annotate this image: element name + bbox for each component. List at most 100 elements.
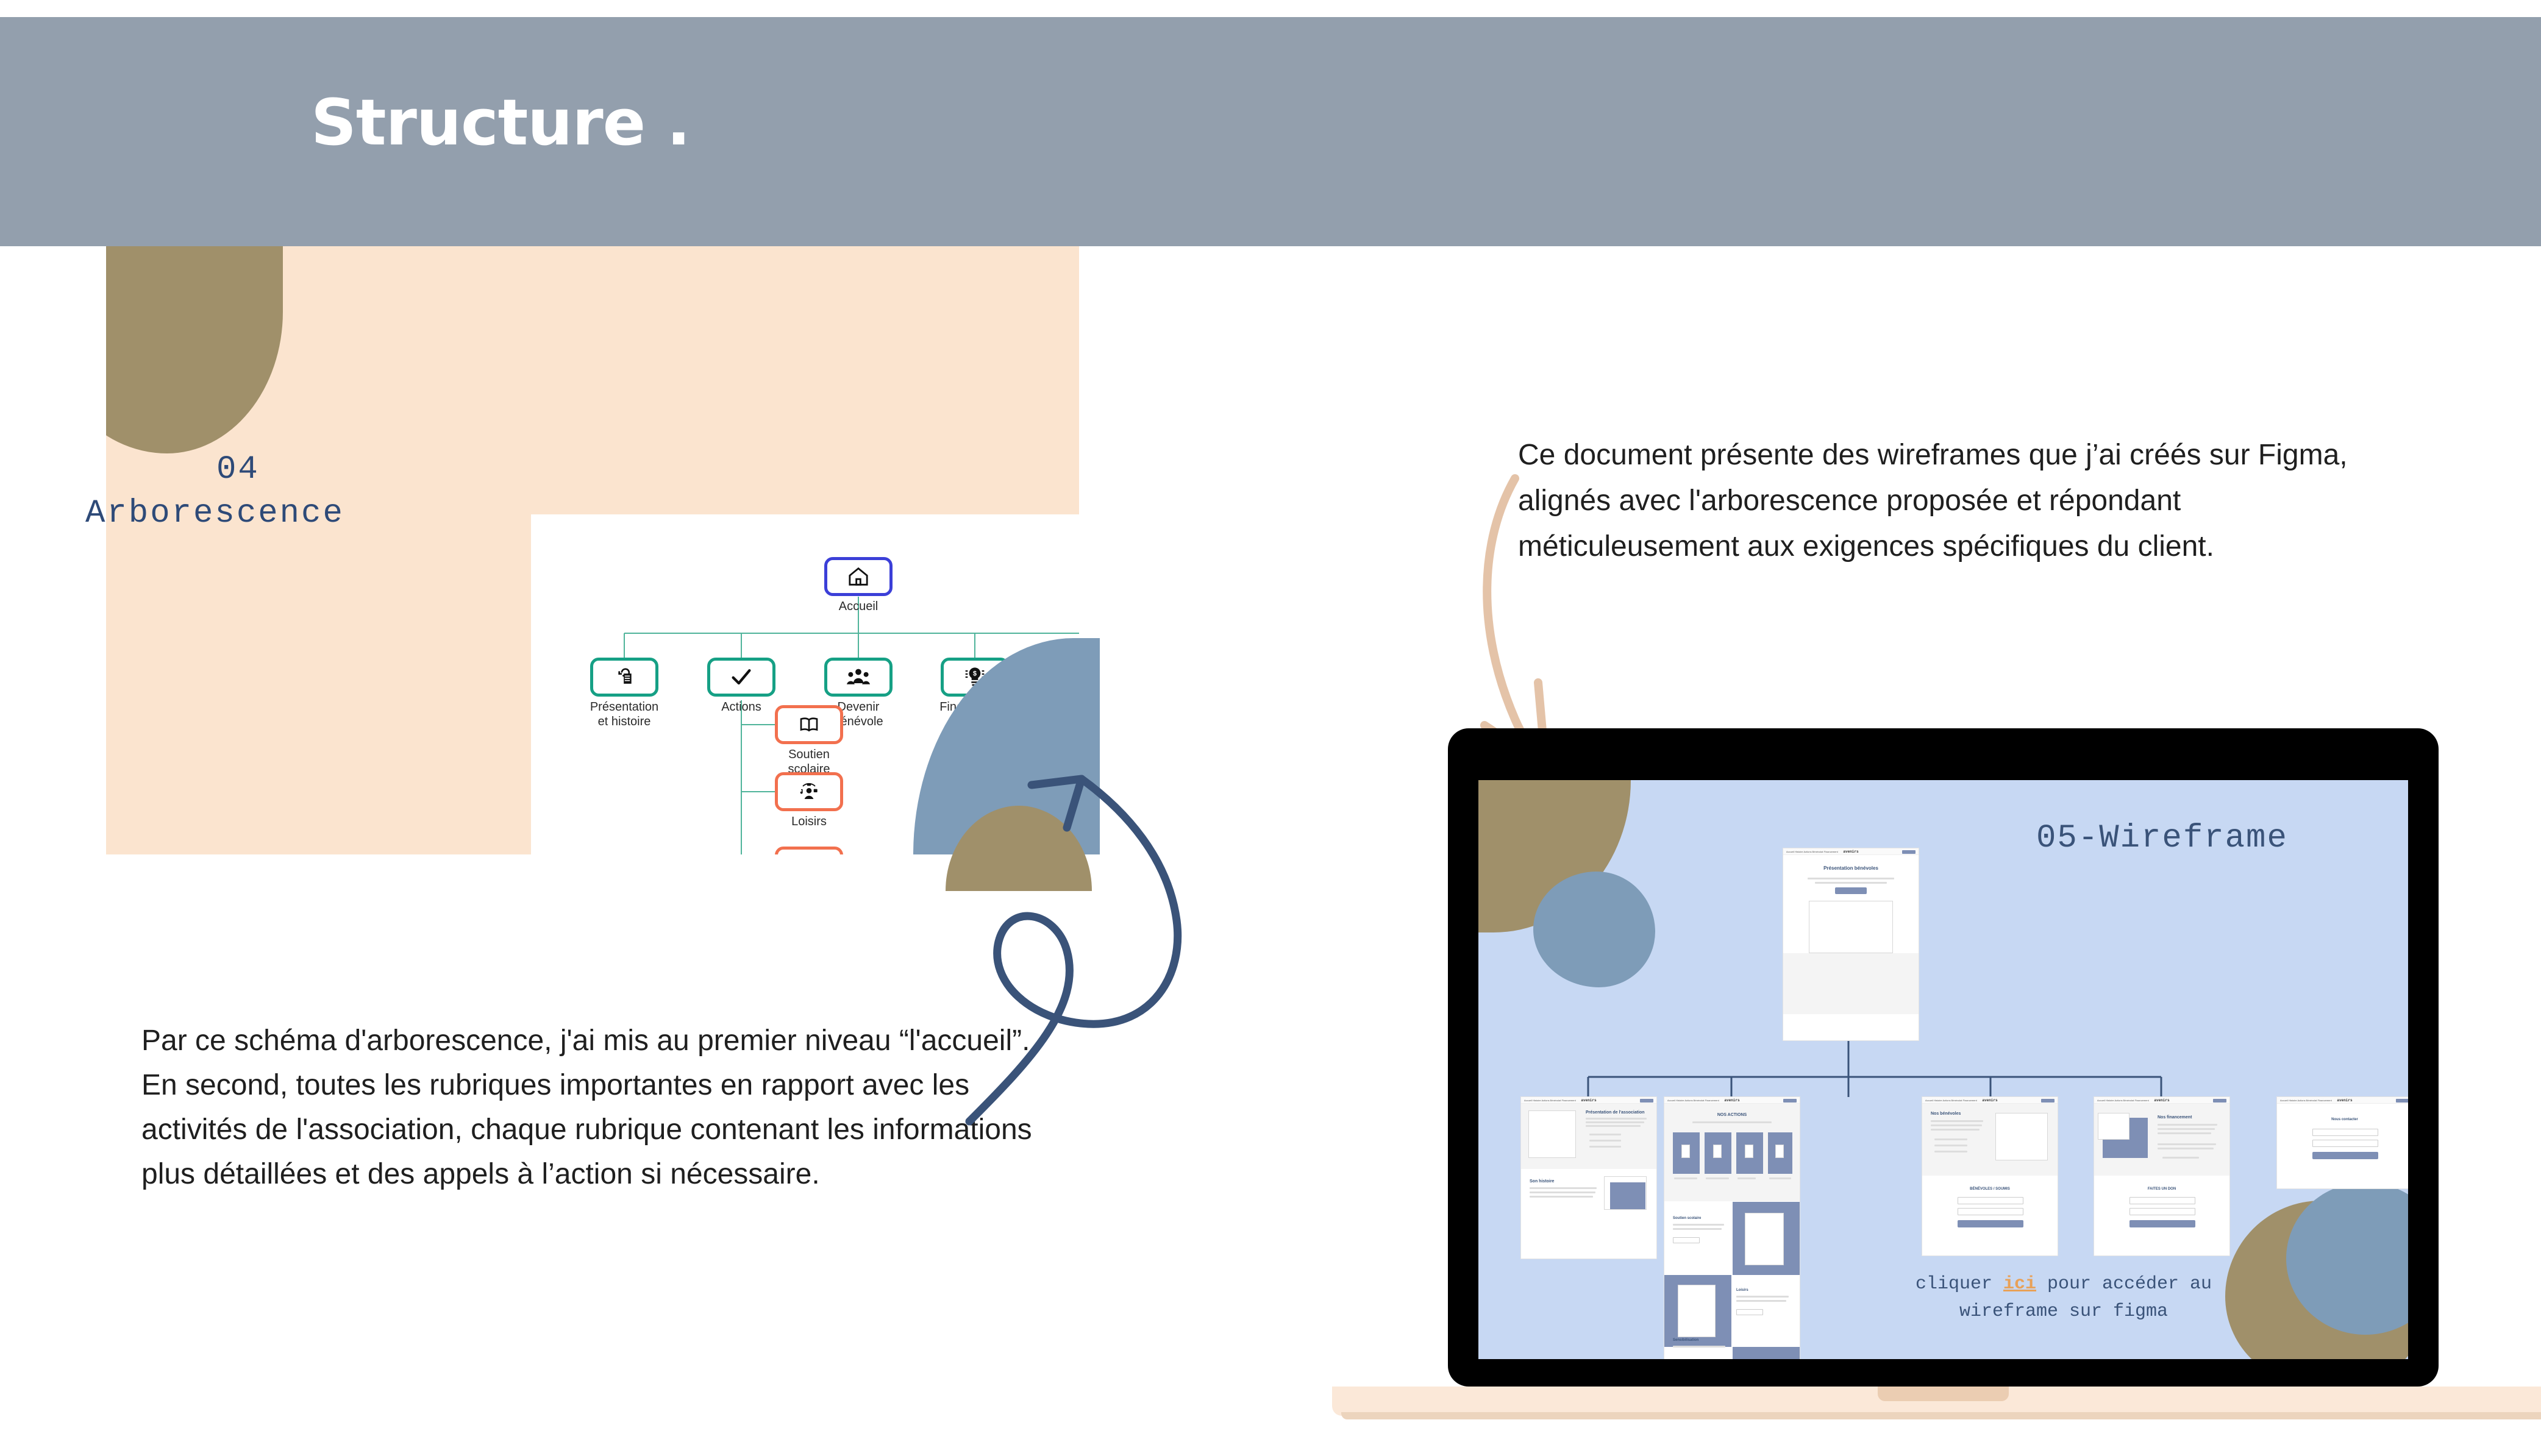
wireframe-text-line <box>1586 1118 1647 1120</box>
wireframe-password-field[interactable] <box>1958 1208 2023 1215</box>
laptop-base-lip <box>1341 1412 2541 1419</box>
wireframe-logo: avenirs <box>1843 850 1859 854</box>
wireframe-navbar: Accueil Histoire Actions Bénévolat Finan… <box>1521 1097 1656 1104</box>
wireframe-media-box <box>2098 1113 2129 1140</box>
figma-link[interactable]: ici <box>2003 1274 2036 1294</box>
wireframe-nav-links: Accueil Histoire Actions Bénévolat Finan… <box>2280 1099 2332 1102</box>
wireframe-text-line <box>1692 1121 1772 1123</box>
wireframe-heading: Nos financement <box>2158 1115 2192 1120</box>
wireframe-subheading: Sensibilisation <box>1673 1338 1699 1342</box>
wireframe-navbar: Accueil Histoire Actions Bénévolat Finan… <box>2277 1097 2408 1104</box>
wireframe-image-block <box>1610 1182 1645 1209</box>
wireframe-list-item <box>1589 1140 1621 1142</box>
wireframe-page-contact[interactable]: Accueil Histoire Actions Bénévolat Finan… <box>2277 1097 2408 1188</box>
wireframe-nav-links: Accueil Histoire Actions Bénévolat Finan… <box>2097 1099 2149 1102</box>
wireframe-media-box <box>1678 1285 1716 1337</box>
wireframe-subheading: Son histoire <box>1530 1179 1555 1184</box>
sitemap-node-label: Accueil <box>838 600 878 613</box>
wireframe-text-line <box>1931 1129 1980 1131</box>
wireframe-email-field[interactable] <box>2312 1129 2378 1136</box>
wireframe-button[interactable] <box>1736 1309 1763 1315</box>
wireframe-page-benevoles[interactable]: Accueil Histoire Actions Bénévolat Finan… <box>1922 1097 2058 1255</box>
leisure-media-icon <box>800 783 818 799</box>
wireframe-submit-button[interactable] <box>1958 1220 2023 1227</box>
wireframe-text-line <box>2158 1124 2217 1126</box>
wireframe-page-financement[interactable]: Accueil Histoire Actions Bénévolat Finan… <box>2094 1097 2229 1255</box>
wireframe-button[interactable] <box>1673 1237 1700 1243</box>
tan-arrow-icon <box>1480 474 1550 770</box>
wireframe-text-line <box>1931 1120 1983 1122</box>
wireframe-logo: avenirs <box>1724 1098 1740 1103</box>
sitemap-node-label: Présentation et histoire <box>590 700 659 728</box>
wireframe-text-line <box>2158 1132 2211 1134</box>
wireframe-email-field[interactable] <box>2129 1197 2195 1204</box>
sitemap-node-box <box>824 658 893 697</box>
wireframe-media-box <box>1809 901 1893 953</box>
sitemap-node-box <box>775 705 843 744</box>
wireframe-page-presentation[interactable]: Accueil Histoire Actions Bénévolat Finan… <box>1521 1097 1656 1259</box>
figma-link-line2: wireframe sur figma <box>1959 1301 2169 1322</box>
figma-link-caption: cliquer ici pour accéder au wireframe su… <box>1869 1271 2259 1326</box>
wireframe-cta-button[interactable] <box>2041 1098 2055 1103</box>
sitemap-node-box <box>707 658 775 697</box>
wireframe-cta-button[interactable] <box>1902 850 1916 854</box>
wireframe-text-line <box>1530 1187 1597 1189</box>
wireframe-media-box <box>1528 1110 1576 1158</box>
wireframe-text-line <box>1736 1296 1789 1298</box>
sitemap-node-box <box>775 772 843 811</box>
wireframe-card-icon <box>1775 1145 1784 1158</box>
wireframe-list-item <box>1934 1151 1967 1152</box>
wireframe-media-box <box>1745 1213 1784 1265</box>
wireframe-section-grey <box>1783 953 1919 1014</box>
wireframe-nav-links: Accueil Histoire Actions Bénévolat Finan… <box>1925 1099 1977 1102</box>
figma-link-suffix: pour accéder au <box>2036 1274 2212 1294</box>
history-document-icon <box>618 668 632 684</box>
wireframe-text-line <box>1736 1300 1786 1302</box>
wireframe-text-line <box>1530 1196 1593 1198</box>
wireframe-list-item <box>1589 1134 1621 1135</box>
wireframe-heading: Nos bénévoles <box>1931 1112 1961 1116</box>
wireframe-cta-button[interactable] <box>1640 1098 1653 1103</box>
wireframe-list-item <box>2162 1157 2199 1159</box>
wireframe-navbar: Accueil Histoire Actions Bénévolat Finan… <box>1664 1097 1800 1104</box>
wireframe-password-field[interactable] <box>2312 1140 2378 1147</box>
left-paragraph: Par ce schéma d'arborescence, j'ai mis a… <box>141 1025 1032 1190</box>
sitemap-node-box <box>590 658 658 697</box>
wireframe-list-item <box>1589 1146 1621 1148</box>
wireframe-page-actions[interactable]: Accueil Histoire Actions Bénévolat Finan… <box>1664 1097 1800 1359</box>
laptop-screen: 05-Wireframe Accueil Histoire Actions Bé… <box>1478 780 2408 1359</box>
wireframe-password-field[interactable] <box>2129 1208 2195 1215</box>
wireframe-navbar: Accueil Histoire Actions Bénévolat Finan… <box>1783 848 1919 855</box>
wireframe-card-label <box>1769 1177 1791 1179</box>
wireframe-text-line <box>1673 1346 1725 1348</box>
wireframe-logo: avenirs <box>2337 1098 2353 1103</box>
wireframe-logo: avenirs <box>2154 1098 2170 1103</box>
wireframe-subheading: Loisirs <box>1736 1288 1748 1292</box>
wireframe-list-item <box>1934 1138 1967 1140</box>
wireframe-nav-links: Accueil Histoire Actions Bénévolat Finan… <box>1524 1099 1576 1102</box>
people-group-icon <box>846 669 871 684</box>
wireframe-page-root[interactable]: Accueil Histoire Actions Bénévolat Finan… <box>1783 848 1919 1040</box>
wireframe-subheading: Soutien scolaire <box>1673 1216 1702 1220</box>
wireframe-submit-button[interactable] <box>2312 1152 2378 1159</box>
wireframe-cta-button[interactable] <box>1783 1098 1797 1103</box>
home-icon <box>849 567 868 586</box>
wireframe-text-line <box>2158 1128 2215 1130</box>
wireframe-heading: Présentation bénévoles <box>1823 865 1878 871</box>
wireframe-card-icon <box>1681 1145 1690 1158</box>
wireframe-nav-links: Accueil Histoire Actions Bénévolat Finan… <box>1667 1099 1719 1102</box>
section-number: 04 <box>216 451 260 488</box>
wireframe-text-line <box>1673 1228 1722 1230</box>
check-icon <box>732 669 751 685</box>
wireframe-cta-button[interactable] <box>2396 1098 2408 1103</box>
sitemap-node-label: Loisirs <box>791 815 827 828</box>
wireframe-navbar: Accueil Histoire Actions Bénévolat Finan… <box>1922 1097 2058 1104</box>
wireframe-form-heading: BÉNÉVOLES / SOUMIS <box>1970 1187 2010 1191</box>
wireframe-card-label <box>1674 1177 1697 1179</box>
wireframe-cta-button[interactable] <box>2213 1098 2226 1103</box>
wireframe-email-field[interactable] <box>1958 1197 2023 1204</box>
wireframe-primary-button[interactable] <box>1835 887 1867 894</box>
wireframe-navbar: Accueil Histoire Actions Bénévolat Finan… <box>2094 1097 2229 1104</box>
wireframe-text-line <box>2158 1148 2214 1149</box>
wireframe-submit-button[interactable] <box>2129 1220 2195 1227</box>
